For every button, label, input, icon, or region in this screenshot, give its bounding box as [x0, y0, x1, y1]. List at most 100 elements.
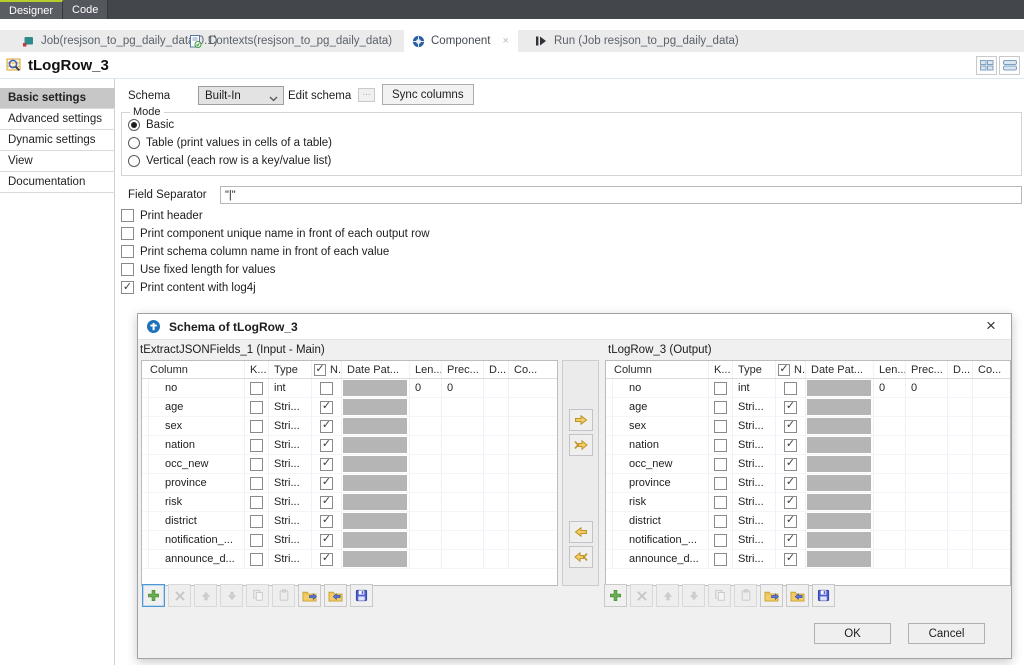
comment-cell[interactable] — [973, 436, 1011, 454]
nullable-cell[interactable] — [312, 550, 342, 568]
checkbox-checked-icon[interactable] — [784, 401, 797, 414]
default-cell[interactable] — [484, 398, 509, 416]
nullable-cell[interactable] — [776, 531, 806, 549]
column-name-cell[interactable]: no — [613, 379, 709, 397]
nullable-cell[interactable] — [776, 398, 806, 416]
schema-table-row[interactable]: sexStri... — [142, 417, 557, 436]
checkbox-icon[interactable] — [250, 382, 263, 395]
key-cell[interactable] — [709, 512, 733, 530]
checkbox-icon[interactable] — [714, 458, 727, 471]
nullable-header[interactable]: N.. — [776, 361, 806, 378]
schema-table-row[interactable]: nationStri... — [606, 436, 1010, 455]
checkbox-checked-icon[interactable] — [314, 364, 326, 376]
checkbox-icon[interactable] — [320, 382, 333, 395]
precision-cell[interactable] — [442, 398, 484, 416]
key-cell[interactable] — [709, 379, 733, 397]
default-cell[interactable] — [484, 493, 509, 511]
type-cell[interactable]: int — [269, 379, 312, 397]
nullable-cell[interactable] — [776, 512, 806, 530]
checkbox-icon[interactable] — [714, 382, 727, 395]
checkbox-checked-icon[interactable] — [784, 477, 797, 490]
column-name-cell[interactable]: district — [613, 512, 709, 530]
type-cell[interactable]: int — [733, 379, 776, 397]
length-cell[interactable] — [874, 398, 906, 416]
key-cell[interactable] — [245, 474, 269, 492]
default-cell[interactable] — [948, 455, 973, 473]
column-name-cell[interactable]: age — [613, 398, 709, 416]
checkbox-checked-icon[interactable] — [320, 401, 333, 414]
load-schema-button[interactable] — [760, 584, 783, 607]
tab-designer[interactable]: Designer — [0, 0, 63, 19]
column-name-cell[interactable]: age — [149, 398, 245, 416]
checkbox-checked-icon[interactable] — [784, 534, 797, 547]
comment-cell[interactable] — [973, 455, 1011, 473]
nullable-header[interactable]: N.. — [312, 361, 342, 378]
tab-code[interactable]: Code — [63, 0, 108, 19]
precision-header[interactable]: Prec... — [906, 361, 948, 378]
default-cell[interactable] — [948, 398, 973, 416]
nullable-cell[interactable] — [776, 493, 806, 511]
default-cell[interactable] — [948, 493, 973, 511]
default-cell[interactable] — [484, 436, 509, 454]
checkbox-checked-icon[interactable] — [784, 420, 797, 433]
type-cell[interactable]: Stri... — [733, 417, 776, 435]
checkbox-checked-icon[interactable] — [784, 439, 797, 452]
add-column-button[interactable] — [142, 584, 165, 607]
tab-run[interactable]: Run (Job resjson_to_pg_daily_data) — [527, 30, 747, 52]
grid-view-icon[interactable] — [976, 56, 997, 75]
length-header[interactable]: Len... — [410, 361, 442, 378]
length-cell[interactable] — [410, 398, 442, 416]
type-cell[interactable]: Stri... — [733, 455, 776, 473]
checkbox-icon[interactable] — [714, 534, 727, 547]
checkbox-icon[interactable] — [250, 534, 263, 547]
length-cell[interactable] — [410, 436, 442, 454]
export-schema-button[interactable] — [324, 584, 347, 607]
default-cell[interactable] — [484, 512, 509, 530]
column-name-cell[interactable]: announce_d... — [149, 550, 245, 568]
default-header[interactable]: D... — [948, 361, 973, 378]
schema-table-row[interactable]: noint00 — [142, 379, 557, 398]
schema-table-row[interactable]: riskStri... — [142, 493, 557, 512]
checkbox-icon[interactable] — [714, 496, 727, 509]
key-cell[interactable] — [245, 455, 269, 473]
type-cell[interactable]: Stri... — [733, 531, 776, 549]
schema-table-row[interactable]: districtStri... — [142, 512, 557, 531]
date-pattern-header[interactable]: Date Pat... — [806, 361, 874, 378]
schema-table-row[interactable]: riskStri... — [606, 493, 1010, 512]
close-icon[interactable]: × — [981, 316, 1001, 336]
column-name-cell[interactable]: sex — [613, 417, 709, 435]
precision-cell[interactable] — [442, 550, 484, 568]
schema-table-row[interactable]: provinceStri... — [142, 474, 557, 493]
length-cell[interactable]: 0 — [410, 379, 442, 397]
nullable-cell[interactable] — [776, 417, 806, 435]
checkbox-icon[interactable] — [250, 458, 263, 471]
sidebar-item-basic-settings[interactable]: Basic settings — [0, 88, 115, 109]
copy-left-icon[interactable] — [569, 521, 593, 543]
checkbox-icon[interactable] — [250, 515, 263, 528]
nullable-cell[interactable] — [312, 436, 342, 454]
schema-select[interactable]: Built-In — [198, 86, 284, 105]
default-cell[interactable] — [948, 379, 973, 397]
length-cell[interactable] — [874, 512, 906, 530]
comment-cell[interactable] — [509, 436, 555, 454]
precision-cell[interactable]: 0 — [906, 379, 948, 397]
precision-cell[interactable] — [906, 398, 948, 416]
nullable-cell[interactable] — [312, 379, 342, 397]
ok-button[interactable]: OK — [814, 623, 891, 644]
checkbox-checked-icon[interactable] — [784, 553, 797, 566]
length-cell[interactable]: 0 — [874, 379, 906, 397]
schema-table-row[interactable]: occ_newStri... — [606, 455, 1010, 474]
comment-cell[interactable] — [973, 493, 1011, 511]
precision-cell[interactable] — [906, 474, 948, 492]
length-cell[interactable] — [410, 512, 442, 530]
default-cell[interactable] — [948, 474, 973, 492]
key-cell[interactable] — [709, 531, 733, 549]
nullable-cell[interactable] — [312, 512, 342, 530]
length-cell[interactable] — [874, 455, 906, 473]
checkbox-icon[interactable] — [250, 477, 263, 490]
column-name-cell[interactable]: sex — [149, 417, 245, 435]
date-pattern-header[interactable]: Date Pat... — [342, 361, 410, 378]
checkbox-icon[interactable] — [714, 439, 727, 452]
checkbox-checked-icon[interactable] — [320, 439, 333, 452]
key-cell[interactable] — [245, 493, 269, 511]
